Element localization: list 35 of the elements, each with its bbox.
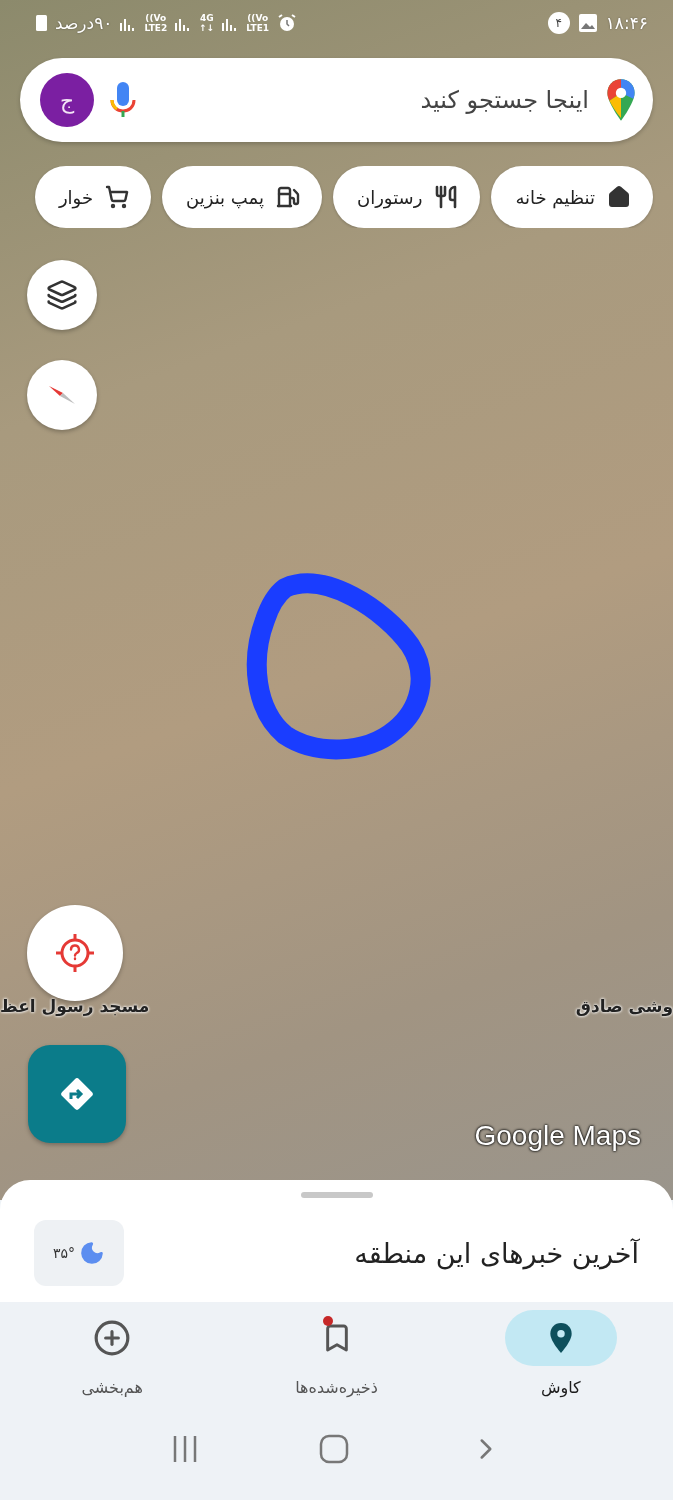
fuel-pump-icon bbox=[275, 185, 300, 209]
map-pin-logo-icon bbox=[605, 78, 637, 122]
location-pin-icon bbox=[547, 1322, 574, 1354]
nav-tab[interactable]: هم‌بخشی bbox=[12, 1310, 213, 1397]
moon-icon bbox=[79, 1240, 105, 1266]
category-chip[interactable]: رستوران bbox=[332, 166, 481, 228]
account-avatar[interactable]: ج bbox=[40, 73, 94, 127]
plus-circle-icon bbox=[93, 1319, 132, 1357]
temperature: ۳۵° bbox=[52, 1245, 75, 1261]
nav-tab[interactable]: کاوش bbox=[460, 1310, 661, 1397]
network-indicator: 4G ↓↑ bbox=[199, 13, 215, 33]
network-indicator: Vo)) LTE1 bbox=[246, 13, 270, 33]
map-place-label: مسجد رسول اعظ bbox=[0, 996, 150, 1016]
nav-tab[interactable]: ذخیره‌شده‌ها bbox=[236, 1310, 437, 1397]
map-place-label: وشی صادق bbox=[575, 996, 673, 1016]
category-chip[interactable]: تنظیم خانه bbox=[491, 166, 653, 228]
weather-card[interactable]: ۳۵° bbox=[34, 1220, 124, 1286]
directions-button[interactable] bbox=[28, 1045, 126, 1143]
alarm-clock-icon bbox=[277, 13, 298, 33]
search-field[interactable]: اینجا جستجو کنید ج bbox=[20, 58, 653, 142]
layers-icon bbox=[46, 279, 78, 311]
map-logo: Google Maps bbox=[474, 1120, 641, 1152]
drag-handle[interactable] bbox=[300, 1192, 373, 1198]
fork-knife-icon bbox=[434, 185, 459, 209]
category-chip[interactable]: پمپ بنزین bbox=[162, 166, 322, 228]
battery-percentage: ۹۰درصد bbox=[55, 13, 113, 33]
sheet-title: آخرین خبرهای این منطقه bbox=[354, 1237, 639, 1269]
microphone-icon[interactable] bbox=[108, 80, 138, 120]
network-indicator: Vo)) LTE2 bbox=[144, 13, 168, 33]
cart-icon bbox=[105, 185, 130, 209]
location-target-icon bbox=[54, 932, 96, 974]
battery-icon bbox=[36, 15, 47, 31]
status-time: ۱۸:۴۶ bbox=[605, 13, 648, 33]
home-button-icon[interactable] bbox=[319, 1434, 350, 1464]
home-icon bbox=[607, 185, 631, 209]
